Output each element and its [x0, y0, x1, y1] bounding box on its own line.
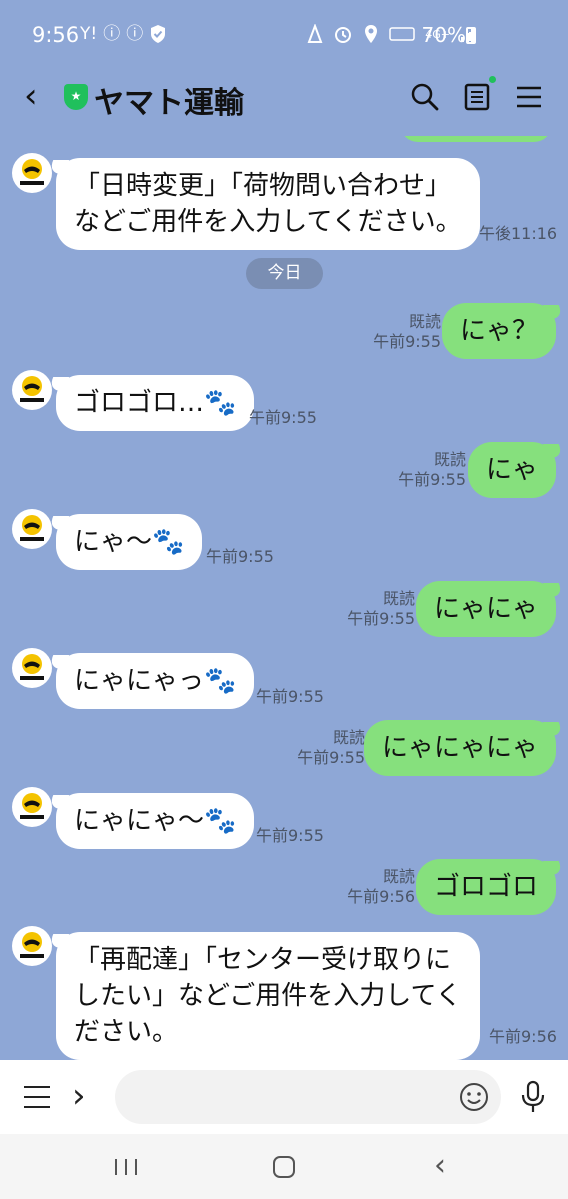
info-icon: ⓘ	[103, 24, 121, 44]
search-icon[interactable]	[410, 82, 440, 112]
message-meta: 既読 午前9:56	[347, 867, 415, 907]
yamato-logo-icon	[20, 654, 44, 680]
message-bubble-partial	[400, 136, 552, 142]
message-bubble[interactable]: ゴロゴロ…🐾	[56, 375, 255, 431]
chat-title: ヤマト運輸	[94, 86, 244, 121]
message-time: 午前9:55	[249, 408, 317, 427]
alarm-icon	[335, 27, 352, 43]
yamato-logo-icon	[20, 376, 44, 402]
yamato-logo-icon	[20, 159, 44, 185]
battery-icon	[466, 27, 476, 44]
read-receipt: 既読	[408, 312, 441, 331]
avatar[interactable]	[12, 153, 52, 193]
message-time: 午前9:55	[347, 609, 415, 628]
recycle-icon	[307, 24, 323, 43]
avatar[interactable]	[12, 926, 52, 966]
message-meta: 既読 午前9:55	[398, 450, 466, 490]
volte-icon	[389, 27, 415, 41]
message-bubble[interactable]: 「再配達」「センター受け取りに したい」などご用件を入力してく ださい。	[56, 932, 480, 1060]
yamato-logo-icon	[20, 515, 44, 541]
yamato-logo-icon	[20, 932, 44, 958]
message-bubble[interactable]: 「日時変更」「荷物問い合わせ」 などご用件を入力してください。	[56, 158, 480, 250]
message-bubble[interactable]: にゃにゃ	[415, 581, 556, 637]
avatar[interactable]	[12, 370, 52, 410]
message-bubble[interactable]: にゃ？	[441, 303, 556, 359]
message-bubble[interactable]: にゃにゃっ🐾	[56, 653, 255, 709]
status-left-icons: Y! ⓘ ⓘ	[80, 24, 167, 44]
status-bar: 9:56 Y! ⓘ ⓘ 4G+ 70%	[0, 0, 568, 60]
message-meta: 既読 午前9:55	[297, 728, 365, 768]
message-time: 午前9:55	[398, 470, 466, 489]
keyboard-menu-icon[interactable]	[24, 1086, 50, 1108]
avatar[interactable]	[12, 787, 52, 827]
message-input[interactable]	[115, 1070, 501, 1124]
read-receipt: 既読	[433, 450, 466, 469]
read-receipt: 既読	[332, 728, 365, 747]
back-icon[interactable]: ‹	[24, 78, 38, 114]
message-time: 午前9:55	[256, 687, 324, 706]
message-bubble[interactable]: にゃにゃにゃ	[363, 720, 556, 776]
avatar[interactable]	[12, 509, 52, 549]
location-icon	[365, 25, 378, 43]
message-time: 午前9:56	[347, 887, 415, 906]
message-meta: 既読 午前9:55	[373, 312, 441, 352]
yamato-logo-icon	[20, 793, 44, 819]
microphone-icon[interactable]	[519, 1080, 547, 1114]
avatar[interactable]	[12, 648, 52, 688]
official-badge-icon: ★	[64, 84, 88, 110]
message-time: 午前9:56	[489, 1027, 557, 1046]
message-bubble[interactable]: ゴロゴロ	[415, 859, 556, 915]
shield-check-icon	[151, 25, 166, 43]
input-bar: ›	[0, 1060, 568, 1134]
chat-header: ‹ ★ ヤマト運輸	[0, 60, 568, 136]
message-line: ださい。	[74, 1017, 179, 1047]
message-line: 「再配達」「センター受け取りに	[74, 945, 452, 975]
expand-chevron-icon[interactable]: ›	[72, 1076, 86, 1116]
message-bubble[interactable]: にゃ〜🐾	[56, 514, 203, 570]
home-icon[interactable]	[273, 1156, 295, 1178]
read-receipt: 既読	[382, 589, 415, 608]
message-time: 午前9:55	[373, 332, 441, 351]
date-divider: 今日	[246, 258, 323, 289]
menu-icon[interactable]	[514, 82, 544, 112]
message-line: 「日時変更」「荷物問い合わせ」	[74, 171, 452, 201]
recents-icon[interactable]	[115, 1159, 137, 1175]
message-bubble[interactable]: にゃ	[467, 442, 556, 498]
emoji-icon[interactable]	[459, 1082, 489, 1112]
read-receipt: 既読	[382, 867, 415, 886]
battery-percent: 70%	[421, 23, 466, 47]
message-line: したい」などご用件を入力してく	[74, 981, 462, 1011]
message-time: 午前9:55	[297, 748, 365, 767]
notification-dot	[489, 76, 496, 83]
message-time: 午後11:16	[479, 224, 558, 243]
message-time: 午前9:55	[256, 826, 324, 845]
yahoo-icon: Y!	[80, 24, 98, 44]
status-time: 9:56	[32, 23, 80, 47]
notes-icon[interactable]	[462, 82, 492, 112]
system-nav-bar: ‹	[0, 1134, 568, 1199]
message-line: などご用件を入力してください。	[74, 207, 462, 237]
message-meta: 既読 午前9:55	[347, 589, 415, 629]
message-bubble[interactable]: にゃにゃ〜🐾	[56, 793, 255, 849]
chat-area[interactable]: 「日時変更」「荷物問い合わせ」 などご用件を入力してください。 午後11:16 …	[0, 136, 568, 1060]
message-time: 午前9:55	[206, 547, 274, 566]
info-icon: ⓘ	[126, 24, 144, 44]
system-back-icon[interactable]: ‹	[434, 1148, 446, 1184]
